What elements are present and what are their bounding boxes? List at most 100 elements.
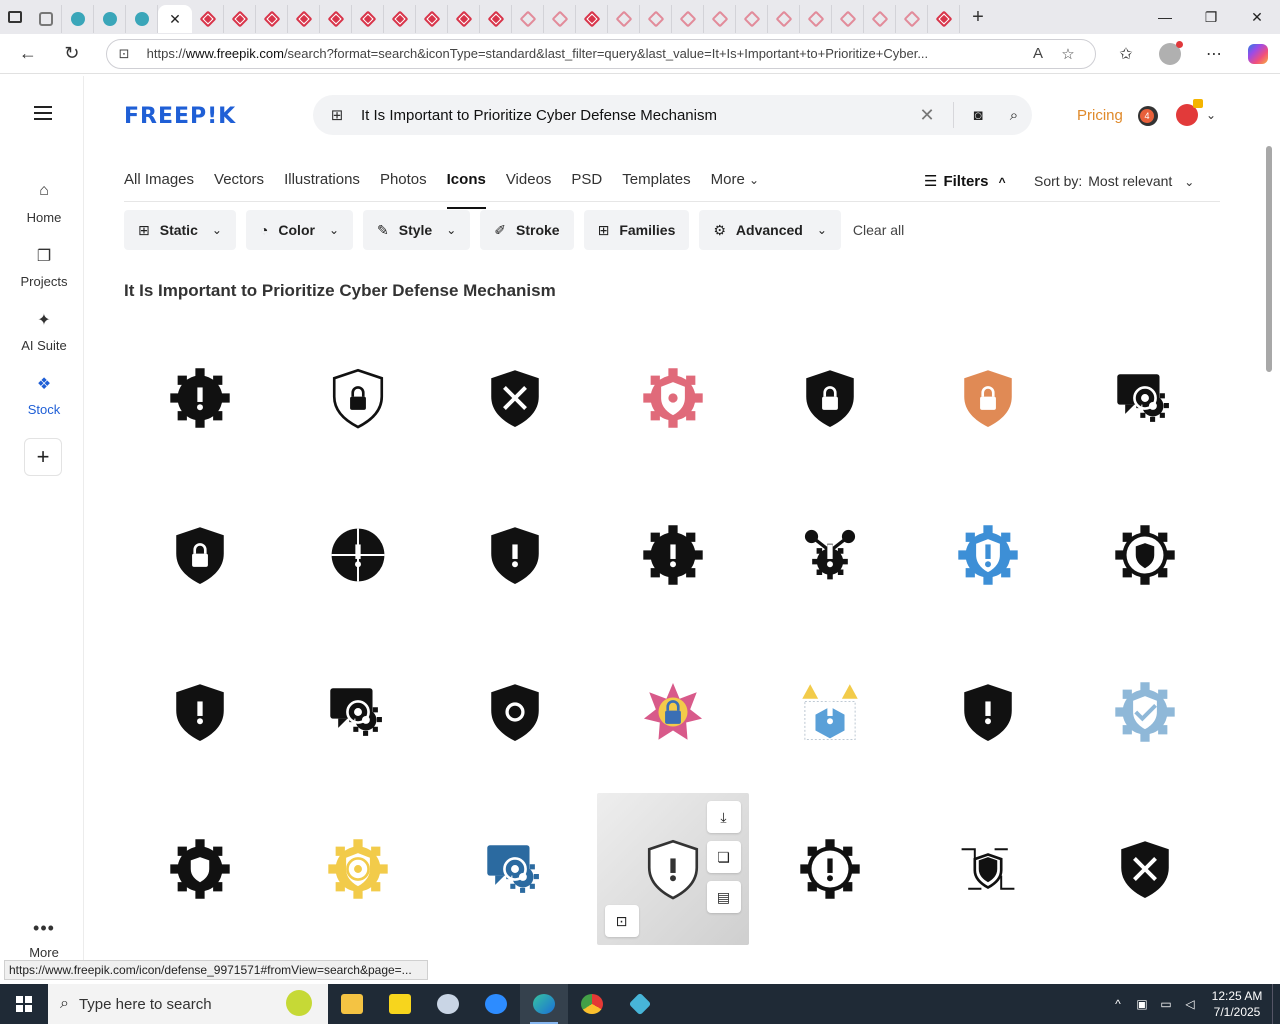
tab-videos[interactable]: Videos (506, 166, 552, 202)
clear-all-link[interactable]: Clear all (853, 222, 904, 238)
sidebar-item-stock[interactable]: ❖ Stock (4, 374, 84, 417)
browser-tab[interactable] (576, 5, 608, 33)
icon-result[interactable] (597, 479, 749, 631)
icon-result[interactable] (912, 479, 1064, 631)
copy-icon[interactable]: ❏ (706, 841, 741, 873)
icon-result[interactable] (439, 793, 591, 945)
icon-result[interactable] (282, 793, 434, 945)
volume-icon[interactable]: ◁ (1178, 997, 1202, 1011)
tab-vectors[interactable]: Vectors (214, 166, 264, 202)
icon-result[interactable] (439, 479, 591, 631)
network-icon[interactable]: ▭ (1154, 997, 1178, 1011)
browser-tab[interactable] (608, 5, 640, 33)
site-info-icon[interactable]: ⊡ (119, 46, 135, 62)
tab-actions-icon[interactable] (0, 4, 30, 30)
icon-result[interactable] (124, 322, 276, 474)
browser-tab[interactable] (448, 5, 480, 33)
browser-tab-active[interactable]: ✕ (158, 5, 192, 33)
browser-tab[interactable] (864, 5, 896, 33)
refresh-icon[interactable]: ↻ (50, 36, 94, 72)
restore-icon[interactable]: ❐ (1188, 0, 1234, 34)
page-scrollbar[interactable] (1262, 76, 1276, 980)
favorite-star-icon[interactable]: ☆ (1053, 45, 1083, 63)
filter-static[interactable]: ⊞ Static ⌄ (124, 210, 236, 250)
browser-tab[interactable] (928, 5, 960, 33)
browser-tab[interactable] (896, 5, 928, 33)
tab-templates[interactable]: Templates (622, 166, 690, 202)
browser-tab[interactable] (224, 5, 256, 33)
show-desktop-button[interactable] (1272, 984, 1280, 1024)
tab-psd[interactable]: PSD (571, 166, 602, 202)
icon-result[interactable] (597, 322, 749, 474)
taskbar-app[interactable] (616, 984, 664, 1024)
icon-result[interactable] (912, 636, 1064, 788)
icon-result[interactable] (282, 322, 434, 474)
tab-icons[interactable]: Icons (446, 166, 487, 209)
browser-tab[interactable] (94, 5, 126, 33)
filter-stroke[interactable]: ✐ Stroke (480, 210, 574, 250)
chevron-up-icon[interactable]: ^ (1106, 997, 1130, 1011)
browser-tab[interactable] (544, 5, 576, 33)
read-aloud-icon[interactable]: A (1023, 45, 1053, 62)
browser-tab[interactable] (192, 5, 224, 33)
icon-result[interactable] (439, 322, 591, 474)
icon-result[interactable] (282, 479, 434, 631)
search-similar-icon[interactable]: ⊡ (604, 905, 639, 937)
icon-result[interactable] (754, 636, 906, 788)
browser-tab[interactable] (800, 5, 832, 33)
browser-tab[interactable] (30, 5, 62, 33)
pricing-link[interactable]: Pricing (1077, 107, 1123, 124)
sort-dropdown[interactable]: Sort by: Most relevant ⌄ (1034, 173, 1194, 189)
icon-result[interactable] (124, 479, 276, 631)
browser-tab[interactable] (672, 5, 704, 33)
icon-result[interactable] (282, 636, 434, 788)
browser-tab[interactable] (384, 5, 416, 33)
taskbar-edge[interactable] (520, 984, 568, 1024)
icon-result[interactable] (1069, 793, 1221, 945)
chevron-down-icon[interactable]: ⌄ (1206, 108, 1216, 122)
icon-result[interactable] (439, 636, 591, 788)
taskbar-chrome[interactable] (568, 984, 616, 1024)
notifications-icon[interactable]: 4 (1138, 106, 1158, 126)
favorites-icon[interactable]: ✩ (1104, 36, 1148, 72)
browser-tab[interactable] (480, 5, 512, 33)
filter-advanced[interactable]: ⚙ Advanced ⌄ (699, 210, 841, 250)
more-options-icon[interactable]: ⋯ (1192, 36, 1236, 72)
profile-icon[interactable] (1148, 36, 1192, 72)
icon-result[interactable] (124, 793, 276, 945)
icon-result[interactable] (597, 636, 749, 788)
download-icon[interactable]: ⤓ (706, 801, 741, 833)
filter-style[interactable]: ✎ Style ⌄ (363, 210, 471, 250)
sidebar-more[interactable]: ••• More (4, 918, 84, 960)
taskbar-app[interactable] (424, 984, 472, 1024)
sidebar-item-ai-suite[interactable]: ✦ AI Suite (4, 310, 84, 353)
browser-tab[interactable] (416, 5, 448, 33)
icon-result[interactable] (1069, 479, 1221, 631)
scroll-thumb[interactable] (1266, 146, 1272, 372)
sidebar-item-projects[interactable]: ❐ Projects (4, 246, 84, 289)
freepik-logo[interactable]: FREEP!K (124, 104, 236, 129)
icon-result[interactable] (754, 479, 906, 631)
filter-families[interactable]: ⊞ Families (583, 210, 690, 250)
taskbar-search[interactable]: ⌕ Type here to search (48, 984, 328, 1024)
browser-tab[interactable] (288, 5, 320, 33)
start-button[interactable] (0, 984, 48, 1024)
browser-tab[interactable] (126, 5, 158, 33)
taskbar-zoom[interactable] (472, 984, 520, 1024)
tab-more[interactable]: More ⌄ (711, 166, 759, 202)
hamburger-menu-icon[interactable] (34, 106, 52, 122)
browser-tab[interactable] (62, 5, 94, 33)
search-input[interactable]: It Is Important to Prioritize Cyber Defe… (361, 107, 907, 124)
sidebar-item-home[interactable]: ⌂ Home (4, 182, 84, 225)
icon-result[interactable] (124, 636, 276, 788)
copilot-icon[interactable] (1236, 36, 1280, 72)
close-tab-icon[interactable]: ✕ (169, 11, 181, 28)
browser-tab[interactable] (512, 5, 544, 33)
tab-photos[interactable]: Photos (380, 166, 427, 202)
clear-search-icon[interactable]: ✕ (907, 105, 947, 126)
tab-all-images[interactable]: All Images (124, 166, 194, 202)
browser-tab[interactable] (352, 5, 384, 33)
browser-tab[interactable] (832, 5, 864, 33)
icon-result[interactable] (754, 793, 906, 945)
browser-tab[interactable] (640, 5, 672, 33)
